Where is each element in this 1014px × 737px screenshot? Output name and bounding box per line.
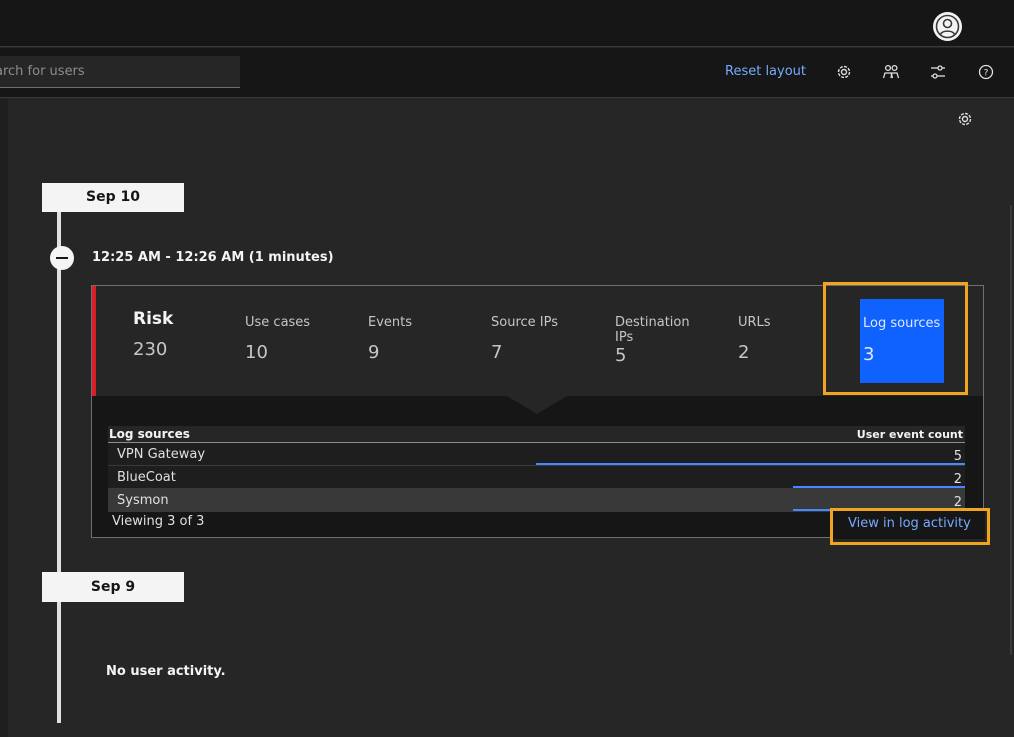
highlight-view-link [830,508,990,545]
table-row[interactable]: BlueCoat 2 [108,466,965,489]
col-user-event-count[interactable]: User event count [857,428,963,441]
detail-caret [507,396,567,414]
timeline-line [57,211,61,723]
no-activity-message: No user activity. [106,664,226,679]
metric-destination-ips[interactable]: Destination IPs 5 [615,315,695,366]
metric-label: Source IPs [491,315,558,330]
row-log-source: Sysmon [117,493,169,508]
session-time-range: 12:25 AM - 12:26 AM (1 minutes) [92,250,334,265]
viewing-count: Viewing 3 of 3 [112,514,205,529]
metric-value: 7 [491,342,503,363]
metric-value: 230 [133,339,168,360]
metric-value: 5 [615,345,627,366]
table-header: Log sources User event count [108,426,965,443]
reset-layout-link[interactable]: Reset layout [725,64,806,79]
date-label-sep-9: Sep 9 [42,572,184,602]
row-log-source: VPN Gateway [117,447,206,462]
collapse-session-button[interactable] [50,246,74,270]
metric-label: Destination IPs [615,315,690,345]
log-sources-table: Log sources User event count VPN Gateway… [108,426,965,512]
toolbar: arch for users Reset layout ? [0,48,1014,98]
metric-label: Risk [133,309,174,329]
svg-text:?: ? [984,69,989,79]
metric-value: 2 [738,342,750,363]
scrollbar[interactable] [1010,205,1012,655]
count-bar [793,486,965,488]
col-log-sources[interactable]: Log sources [109,427,190,441]
metric-label: Events [368,315,413,330]
top-header [0,0,1014,47]
table-row[interactable]: VPN Gateway 5 [108,443,965,466]
metric-value: 10 [245,342,268,363]
row-event-count: 2 [953,472,962,487]
metric-label: Use cases [245,315,311,330]
metric-value: 9 [368,342,380,363]
row-log-source: BlueCoat [117,470,176,485]
highlight-log-sources [823,282,968,395]
metric-source-ips[interactable]: Source IPs 7 [491,315,558,363]
metric-risk[interactable]: Risk 230 [133,309,174,361]
users-icon[interactable] [882,63,900,81]
search-input[interactable]: arch for users [0,56,240,88]
metric-use-cases[interactable]: Use cases 10 [245,315,310,363]
metric-events[interactable]: Events 9 [368,315,412,363]
help-icon[interactable]: ? [977,63,995,81]
gear-icon[interactable] [835,63,853,81]
date-label-sep-10: Sep 10 [42,183,184,212]
user-avatar-icon[interactable] [933,12,962,41]
left-panel-edge [0,99,8,737]
metric-urls[interactable]: URLs 2 [738,315,771,363]
count-bar [536,463,965,465]
card-settings-gear-icon[interactable] [956,110,974,128]
metric-label: URLs [738,315,771,330]
search-placeholder: arch for users [0,64,85,79]
sliders-icon[interactable] [929,63,947,81]
row-event-count: 5 [953,449,962,464]
